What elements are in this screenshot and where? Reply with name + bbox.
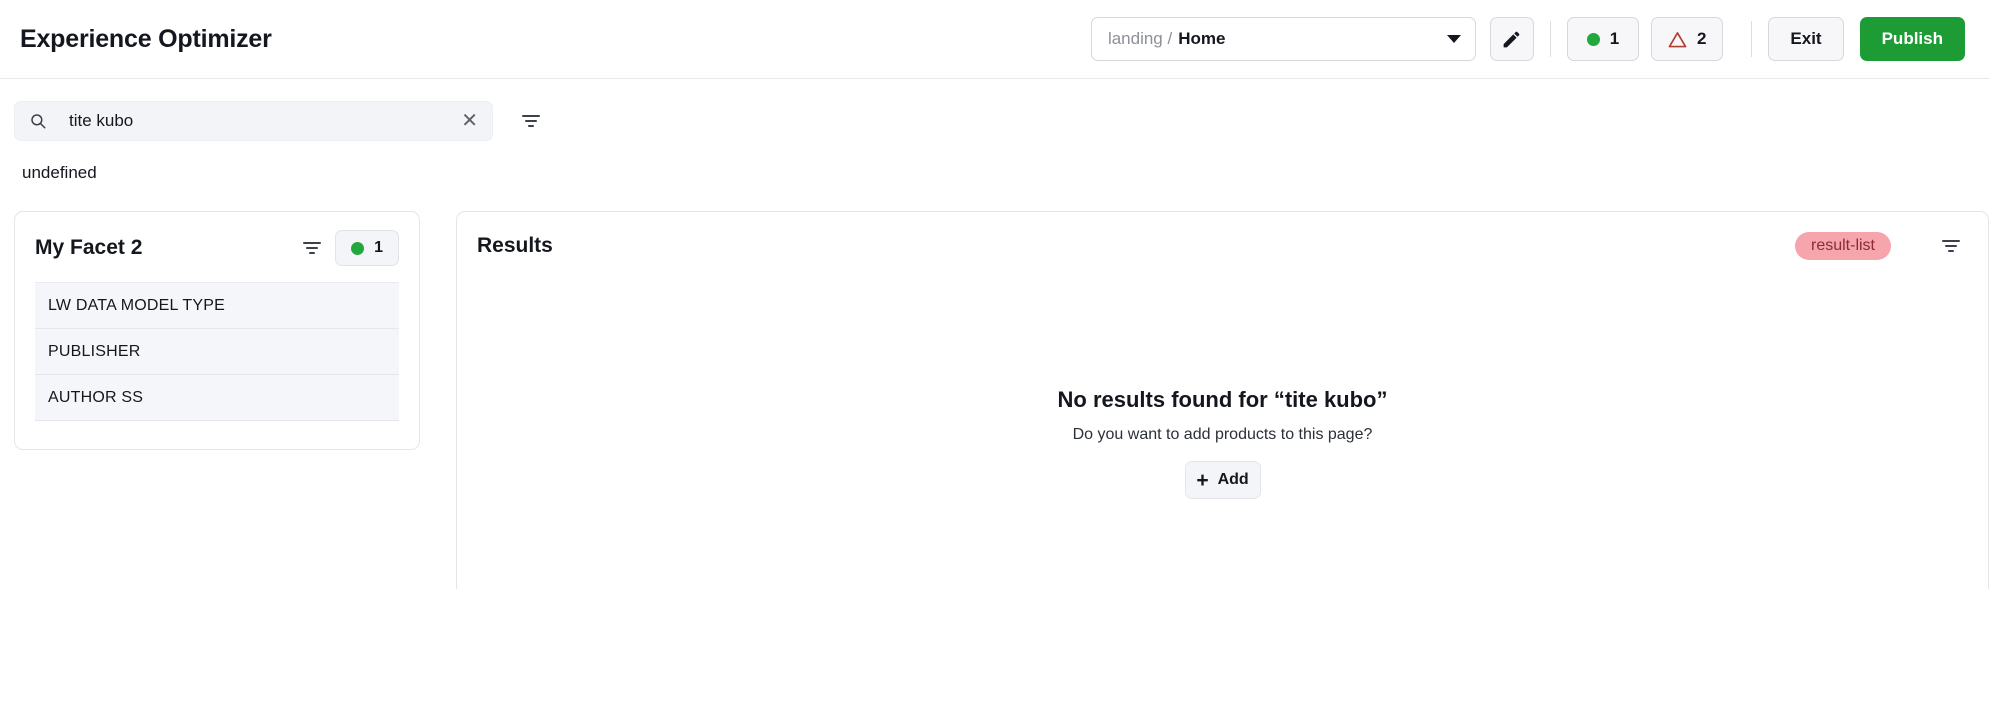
empty-state-title: No results found for “tite kubo” xyxy=(457,387,1988,413)
app-header: Experience Optimizer landing / Home 1 2 … xyxy=(0,0,1989,79)
search-icon xyxy=(29,112,47,130)
results-panel-title: Results xyxy=(477,234,553,258)
search-input[interactable]: tite kubo xyxy=(69,111,133,131)
facet-list: LW DATA MODEL TYPE PUBLISHER AUTHOR SS xyxy=(35,282,399,421)
list-item[interactable]: PUBLISHER xyxy=(35,329,399,375)
empty-state: No results found for “tite kubo” Do you … xyxy=(457,387,1988,499)
status-text: undefined xyxy=(0,141,1989,183)
chevron-down-icon xyxy=(1447,35,1461,43)
warning-triangle-icon xyxy=(1668,31,1687,48)
status-warning-count: 2 xyxy=(1697,29,1706,49)
search-filter-button[interactable] xyxy=(518,108,544,134)
page-selector-scope: landing / xyxy=(1108,29,1172,49)
facet-status-count: 1 xyxy=(374,239,383,257)
status-warning-badge[interactable]: 2 xyxy=(1651,17,1723,61)
page-title: Experience Optimizer xyxy=(20,25,272,54)
facet-panel: My Facet 2 1 LW DATA MODEL TYPE PUBLISHE… xyxy=(14,211,420,450)
results-panel: Results result-list No results found for… xyxy=(456,211,1989,589)
facet-panel-header: My Facet 2 1 xyxy=(35,230,399,282)
filter-icon xyxy=(300,236,324,260)
pencil-icon xyxy=(1501,29,1522,50)
exit-button[interactable]: Exit xyxy=(1768,17,1843,61)
plus-icon: + xyxy=(1196,470,1208,491)
add-button[interactable]: + Add xyxy=(1185,461,1261,499)
green-dot-icon xyxy=(351,242,364,255)
facet-panel-title: My Facet 2 xyxy=(35,236,142,260)
header-divider-2 xyxy=(1751,21,1752,57)
list-item[interactable]: LW DATA MODEL TYPE xyxy=(35,283,399,329)
status-ok-badge[interactable]: 1 xyxy=(1567,17,1639,61)
filter-icon xyxy=(519,109,543,133)
publish-button[interactable]: Publish xyxy=(1860,17,1965,61)
page-selector-name: Home xyxy=(1178,29,1225,49)
header-actions: landing / Home 1 2 Exit Publish xyxy=(1091,17,1965,61)
add-button-label: Add xyxy=(1218,471,1249,489)
empty-state-subtitle: Do you want to add products to this page… xyxy=(457,426,1988,444)
facet-status-badge[interactable]: 1 xyxy=(335,230,399,266)
status-ok-count: 1 xyxy=(1610,29,1619,49)
facet-filter-button[interactable] xyxy=(299,235,325,261)
page-selector-dropdown[interactable]: landing / Home xyxy=(1091,17,1476,61)
list-item[interactable]: AUTHOR SS xyxy=(35,375,399,421)
search-bar: tite kubo ✕ xyxy=(0,79,1989,141)
header-divider-1 xyxy=(1550,21,1551,57)
green-dot-icon xyxy=(1587,33,1600,46)
edit-button[interactable] xyxy=(1490,17,1534,61)
results-panel-header: Results result-list xyxy=(477,232,1964,260)
filter-icon xyxy=(1939,234,1963,258)
search-input-container[interactable]: tite kubo ✕ xyxy=(14,101,493,141)
status-badge[interactable]: result-list xyxy=(1795,232,1891,260)
results-filter-button[interactable] xyxy=(1938,233,1964,259)
main-content: My Facet 2 1 LW DATA MODEL TYPE PUBLISHE… xyxy=(0,183,1989,589)
results-header-actions: result-list xyxy=(1795,232,1964,260)
close-icon[interactable]: ✕ xyxy=(461,111,478,131)
